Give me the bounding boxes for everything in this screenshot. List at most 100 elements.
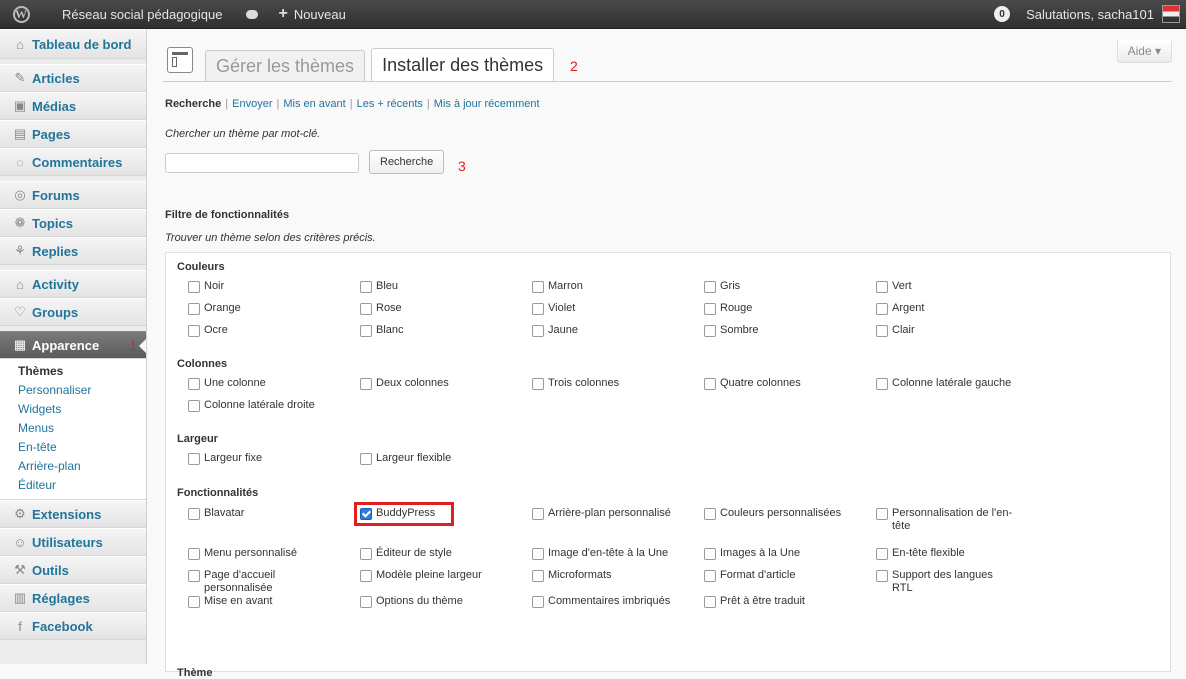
- checkbox-box[interactable]: [188, 596, 200, 608]
- sidebar-item-apparence[interactable]: ▦ Apparence 1: [0, 331, 146, 359]
- checkbox-box[interactable]: [704, 570, 716, 582]
- sidebar-item-utilisateurs[interactable]: ☺ Utilisateurs: [0, 528, 146, 556]
- search-button[interactable]: Recherche: [369, 150, 445, 174]
- checkbox-box[interactable]: [188, 378, 200, 390]
- checkbox-editeur-de-style[interactable]: Éditeur de style: [360, 547, 510, 560]
- checkbox-box[interactable]: [704, 281, 716, 293]
- checkbox-colonne-laterale-gauche[interactable]: Colonne latérale gauche: [876, 377, 1016, 390]
- submenu-item-widgets[interactable]: Widgets: [0, 400, 146, 419]
- checkbox-box[interactable]: [876, 325, 888, 337]
- checkbox-menu-personnalise[interactable]: Menu personnalisé: [188, 547, 338, 560]
- checkbox-sombre[interactable]: Sombre: [704, 324, 854, 337]
- checkbox-box[interactable]: [360, 570, 372, 582]
- sidebar-item-reglages[interactable]: ▥ Réglages: [0, 584, 146, 612]
- account-greeting[interactable]: Salutations, sacha101: [1026, 7, 1154, 22]
- sidebar-item-medias[interactable]: ▣ Médias: [0, 92, 146, 120]
- checkbox-en-tete-flexible[interactable]: En-tête flexible: [876, 547, 1016, 560]
- checkbox-commentaires-imbriques[interactable]: Commentaires imbriqués: [532, 595, 682, 608]
- submenu-item-en-tete[interactable]: En-tête: [0, 438, 146, 457]
- checkbox-blavatar[interactable]: Blavatar: [188, 507, 338, 520]
- help-tab[interactable]: Aide ▾: [1116, 40, 1172, 63]
- sidebar-item-forums[interactable]: ◎ Forums: [0, 181, 146, 209]
- checkbox-deux-colonnes[interactable]: Deux colonnes: [360, 377, 510, 390]
- checkbox-largeur-flexible[interactable]: Largeur flexible: [360, 452, 510, 465]
- subnav-mis-a-jour-recemment[interactable]: Mis à jour récemment: [434, 98, 540, 110]
- checkbox-box[interactable]: [532, 570, 544, 582]
- checkbox-box[interactable]: [876, 281, 888, 293]
- subnav-envoyer[interactable]: Envoyer: [232, 98, 272, 110]
- checkbox-marron[interactable]: Marron: [532, 280, 682, 293]
- checkbox-box[interactable]: [876, 570, 888, 582]
- checkbox-colonne-laterale-droite[interactable]: Colonne latérale droite: [188, 399, 338, 412]
- checkbox-box[interactable]: [532, 303, 544, 315]
- checkbox-jaune[interactable]: Jaune: [532, 324, 682, 337]
- checkbox-images-a-la-une[interactable]: Images à la Une: [704, 547, 854, 560]
- checkbox-box[interactable]: [188, 570, 200, 582]
- checkbox-bleu[interactable]: Bleu: [360, 280, 510, 293]
- submenu-item-arriere-plan[interactable]: Arrière-plan: [0, 457, 146, 476]
- checkbox-arriere-plan-personnalise[interactable]: Arrière-plan personnalisé: [532, 507, 682, 520]
- sidebar-item-extensions[interactable]: ⚙ Extensions: [0, 500, 146, 528]
- submenu-item-personnaliser[interactable]: Personnaliser: [0, 381, 146, 400]
- sidebar-item-tableau-de-bord[interactable]: ⌂ Tableau de bord: [0, 29, 146, 59]
- checkbox-box[interactable]: [360, 453, 372, 465]
- checkbox-box[interactable]: [360, 325, 372, 337]
- checkbox-format-d-article[interactable]: Format d'article: [704, 569, 854, 582]
- checkbox-une-colonne[interactable]: Une colonne: [188, 377, 338, 390]
- sidebar-item-commentaires[interactable]: ◌ Commentaires: [0, 148, 146, 176]
- theme-search-input[interactable]: [165, 153, 359, 173]
- checkbox-box[interactable]: [188, 400, 200, 412]
- submenu-item-editeur[interactable]: Éditeur: [0, 476, 146, 495]
- sidebar-item-pages[interactable]: ▤ Pages: [0, 120, 146, 148]
- checkbox-box[interactable]: [704, 325, 716, 337]
- checkbox-page-d-accueil-personnalisee[interactable]: Page d'accueil personnalisée: [188, 569, 338, 595]
- tab-manage-themes[interactable]: Gérer les thèmes: [205, 50, 366, 82]
- checkbox-gris[interactable]: Gris: [704, 280, 854, 293]
- checkbox-personnalisation-de-l-en-tete[interactable]: Personnalisation de l'en-tête: [876, 507, 1016, 533]
- checkbox-box[interactable]: [188, 453, 200, 465]
- checkbox-clair[interactable]: Clair: [876, 324, 1016, 337]
- sidebar-item-articles[interactable]: ✎ Articles: [0, 64, 146, 92]
- checkbox-box[interactable]: [188, 281, 200, 293]
- checkbox-rouge[interactable]: Rouge: [704, 302, 854, 315]
- checkbox-image-d-en-tete-a-la-une[interactable]: Image d'en-tête à la Une: [532, 547, 682, 560]
- submenu-item-themes[interactable]: Thèmes: [0, 362, 146, 381]
- checkbox-mise-en-avant[interactable]: Mise en avant: [188, 595, 338, 608]
- checkbox-box[interactable]: [704, 548, 716, 560]
- checkbox-box[interactable]: [704, 378, 716, 390]
- checkbox-couleurs-personnalisees[interactable]: Couleurs personnalisées: [704, 507, 854, 520]
- checkbox-box[interactable]: [360, 281, 372, 293]
- checkbox-box[interactable]: [876, 378, 888, 390]
- new-content-button[interactable]: + Nouveau: [268, 0, 355, 28]
- checkbox-trois-colonnes[interactable]: Trois colonnes: [532, 377, 682, 390]
- checkbox-violet[interactable]: Violet: [532, 302, 682, 315]
- checkbox-box[interactable]: [360, 596, 372, 608]
- checkbox-pret-a-etre-traduit[interactable]: Prêt à être traduit: [704, 595, 854, 608]
- checkbox-box[interactable]: [532, 548, 544, 560]
- checkbox-box[interactable]: [532, 378, 544, 390]
- subnav-les-recents[interactable]: Les + récents: [357, 98, 423, 110]
- checkbox-box[interactable]: [188, 325, 200, 337]
- checkbox-modele-pleine-largeur[interactable]: Modèle pleine largeur: [360, 569, 510, 582]
- checkbox-box[interactable]: [704, 303, 716, 315]
- checkbox-vert[interactable]: Vert: [876, 280, 1016, 293]
- checkbox-box[interactable]: [188, 508, 200, 520]
- checkbox-argent[interactable]: Argent: [876, 302, 1016, 315]
- checkbox-box[interactable]: [360, 548, 372, 560]
- checkbox-options-du-theme[interactable]: Options du thème: [360, 595, 510, 608]
- checkbox-box[interactable]: [360, 303, 372, 315]
- sidebar-item-groups[interactable]: ♡ Groups: [0, 298, 146, 326]
- checkbox-box[interactable]: [360, 378, 372, 390]
- checkbox-microformats[interactable]: Microformats: [532, 569, 682, 582]
- avatar[interactable]: [1162, 5, 1180, 23]
- checkbox-quatre-colonnes[interactable]: Quatre colonnes: [704, 377, 854, 390]
- notification-count-badge[interactable]: 0: [994, 6, 1011, 22]
- subnav-recherche[interactable]: Recherche: [165, 98, 221, 110]
- checkbox-noir[interactable]: Noir: [188, 280, 338, 293]
- tab-install-themes[interactable]: Installer des thèmes: [371, 48, 555, 82]
- checkbox-largeur-fixe[interactable]: Largeur fixe: [188, 452, 338, 465]
- checkbox-box[interactable]: [532, 596, 544, 608]
- sidebar-item-topics[interactable]: ❁ Topics: [0, 209, 146, 237]
- checkbox-box[interactable]: [876, 508, 888, 520]
- checkbox-support-des-langues-rtl[interactable]: Support des langues RTL: [876, 569, 1016, 595]
